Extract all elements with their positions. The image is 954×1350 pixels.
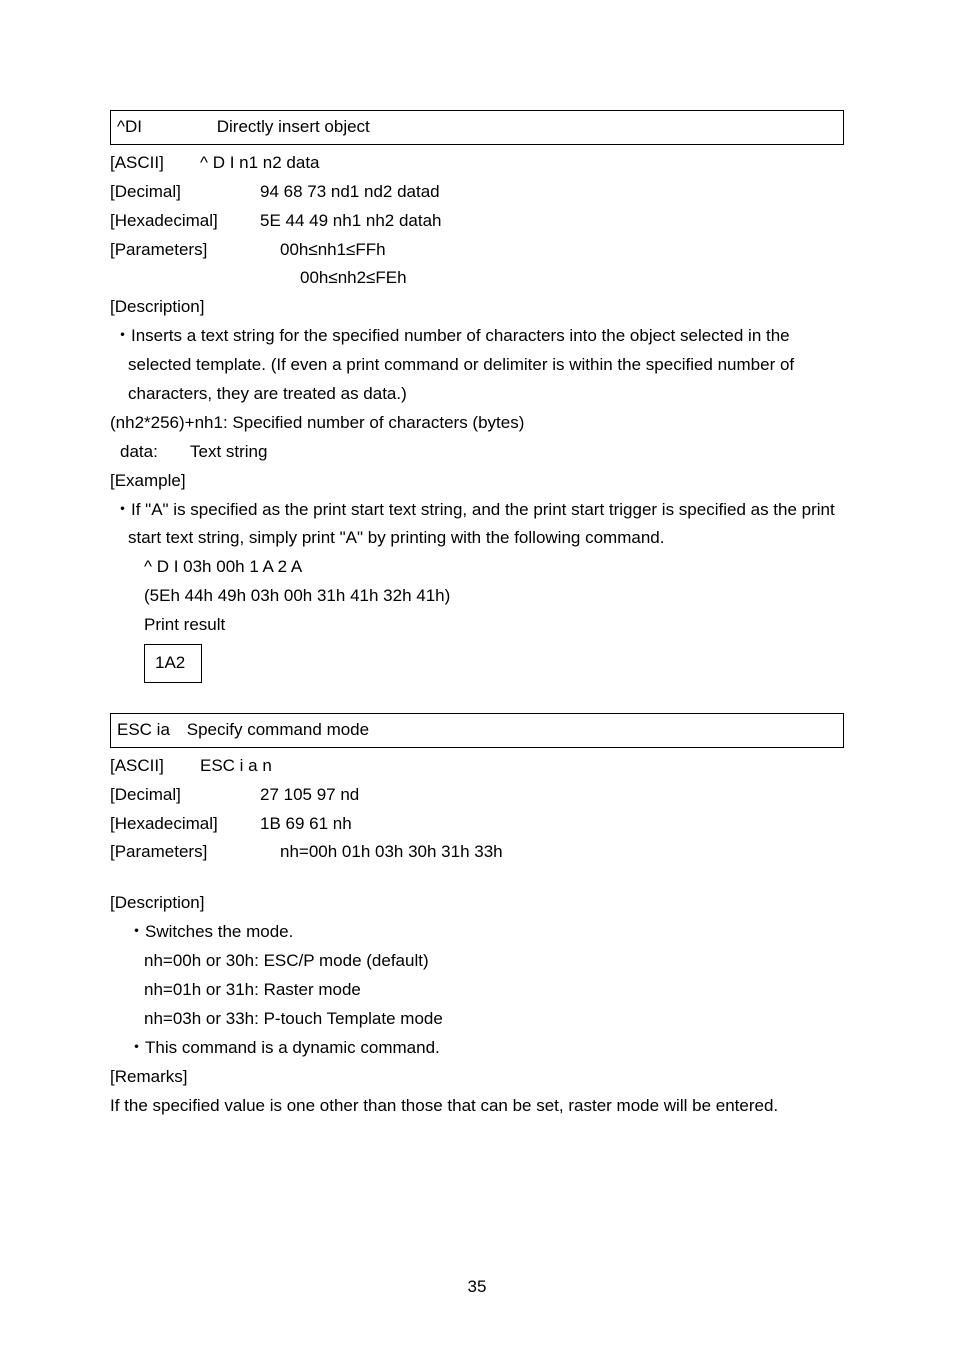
formula: (nh2*256)+nh1: Specified number of chara… [110,409,844,438]
row-parameters2: [Parameters] nh=00h 01h 03h 30h 31h 33h [110,838,844,867]
row-hexadecimal: [Hexadecimal]5E 44 49 nh1 nh2 datah [110,207,844,236]
mode-03h: nh=03h or 33h: P-touch Template mode [110,1005,844,1034]
val-hexadecimal: 5E 44 49 nh1 nh2 datah [260,211,442,230]
print-result-label: Print result [110,611,844,640]
command-box-di: ^DI Directly insert object [110,110,844,145]
label-decimal: [Decimal] [110,178,260,207]
row-parameters: [Parameters] 00h≤nh1≤FFh [110,236,844,265]
cmd-title: Specify command mode [187,716,369,745]
val-decimal: 94 68 73 nd1 nd2 datad [260,182,440,201]
page-number: 35 [0,1273,954,1302]
hex-sequence: (5Eh 44h 49h 03h 00h 31h 41h 32h 41h) [110,582,844,611]
row-decimal: [Decimal]94 68 73 nd1 nd2 datad [110,178,844,207]
val-data: Text string [190,442,267,461]
cmd-name: ^DI [117,113,212,142]
description-bullet: ・Inserts a text string for the specified… [110,322,844,409]
mode-00h: nh=00h or 30h: ESC/P mode (default) [110,947,844,976]
switches-bullet: ・Switches the mode. [110,918,844,947]
label-example: [Example] [110,467,844,496]
label-parameters: [Parameters] [110,236,260,265]
example-bullet: ・If "A" is specified as the print start … [110,496,844,554]
row-ascii: [ASCII]^ D I n1 n2 data [110,149,844,178]
val-param1: 00h≤nh1≤FFh [280,240,386,259]
mode-01h: nh=01h or 31h: Raster mode [110,976,844,1005]
label-parameters2: [Parameters] [110,838,260,867]
print-result-box: 1A2 [144,644,202,683]
dynamic-bullet: ・This command is a dynamic command. [110,1034,844,1063]
val-ascii: ^ D I n1 n2 data [200,153,320,172]
label-hexadecimal: [Hexadecimal] [110,207,260,236]
cmd-title: Directly insert object [217,113,370,142]
label-data: data: [120,438,190,467]
val-hexadecimal2: 1B 69 61 nh [260,814,352,833]
cmd-sequence: ^ D I 03h 00h 1 A 2 A [110,553,844,582]
row-param2: 00h≤nh2≤FEh [110,264,844,293]
val-decimal2: 27 105 97 nd [260,785,359,804]
val-param2: 00h≤nh2≤FEh [300,268,407,287]
label-hexadecimal2: [Hexadecimal] [110,810,260,839]
val-param2b: nh=00h 01h 03h 30h 31h 33h [280,842,503,861]
label-description: [Description] [110,293,844,322]
row-data: data:Text string [110,438,844,467]
row-hexadecimal2: [Hexadecimal]1B 69 61 nh [110,810,844,839]
row-decimal2: [Decimal]27 105 97 nd [110,781,844,810]
row-ascii2: [ASCII]ESC i a n [110,752,844,781]
remarks-text: If the specified value is one other than… [110,1092,844,1121]
label-remarks: [Remarks] [110,1063,844,1092]
label-description2: [Description] [110,889,844,918]
command-box-escia: ESC ia Specify command mode [110,713,844,748]
print-result-value: 1A2 [155,653,185,672]
val-ascii2: ESC i a n [200,756,272,775]
label-decimal2: [Decimal] [110,781,260,810]
cmd-name: ESC ia [117,716,182,745]
